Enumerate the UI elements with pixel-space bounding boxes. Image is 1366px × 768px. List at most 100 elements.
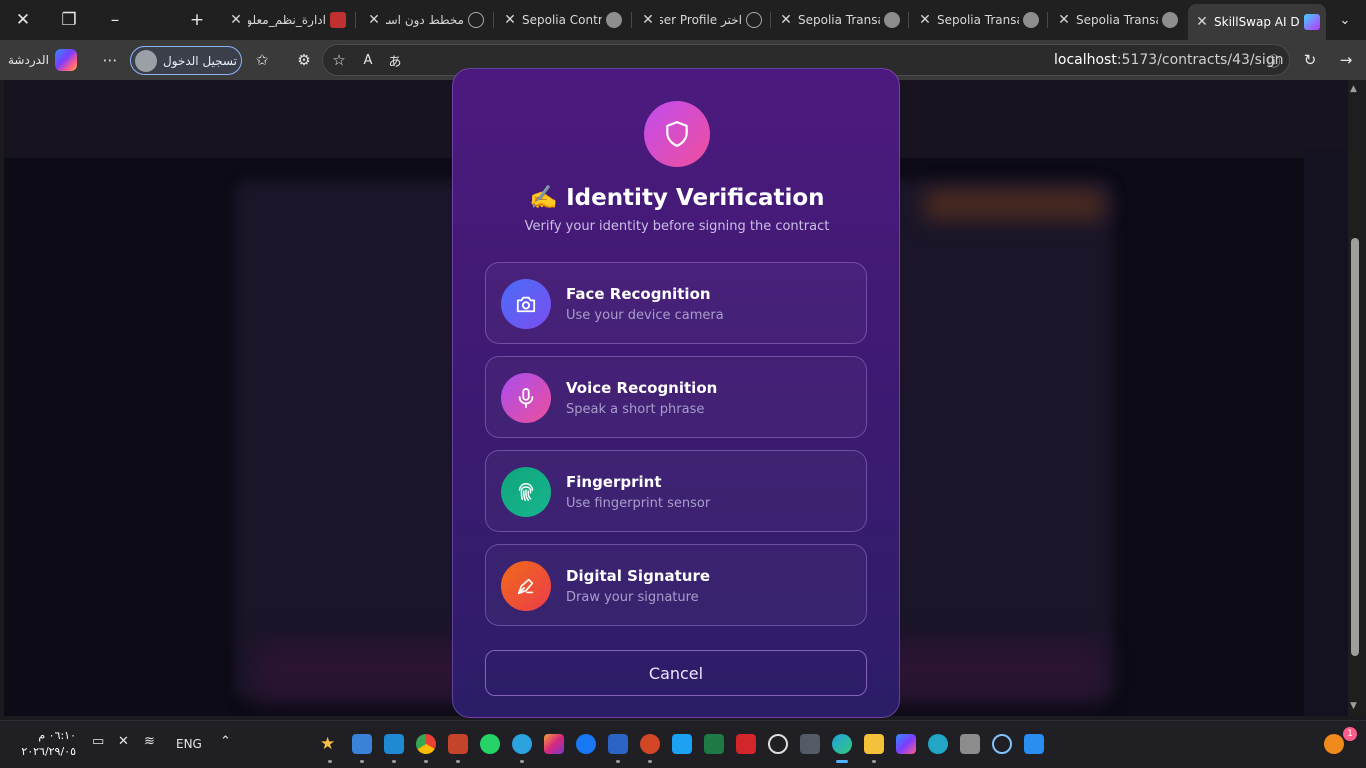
copilot-pin-icon[interactable]: ★ (320, 734, 340, 754)
close-tab-icon[interactable]: ✕ (366, 12, 382, 28)
running-indicator (392, 760, 396, 763)
refresh-icon[interactable]: ↻ (1296, 46, 1324, 74)
chat-button[interactable]: الدردشة (8, 46, 77, 74)
tab-3[interactable]: ✕ اختر User Profile (634, 6, 768, 34)
scroll-up-icon[interactable]: ▲ (1350, 84, 1357, 94)
tab-6[interactable]: ✕ Sepolia Transactio (1050, 6, 1184, 34)
system-clock[interactable]: ٠٦:١٠ م ٢٠٢٦/٢٩/٠٥ (16, 728, 76, 760)
tab-title: Sepolia Transactio (937, 13, 1019, 27)
more-menu-icon[interactable]: ⋯ (96, 46, 124, 74)
notepad-icon[interactable] (352, 734, 372, 754)
extensions-icon[interactable]: ⚙ (290, 46, 318, 74)
add-favorite-star-icon[interactable]: ☆ (325, 46, 353, 74)
read-aloud-icon[interactable]: A (354, 46, 382, 74)
excel-icon[interactable] (704, 734, 724, 754)
scrollbar-thumb[interactable] (1351, 238, 1359, 656)
tab-1[interactable]: ✕ مخطط دون اسم_ (360, 6, 490, 34)
task-view-icon[interactable] (960, 734, 980, 754)
pdf-icon (330, 12, 346, 28)
volume-muted-icon[interactable]: ✕ (118, 734, 129, 749)
signin-button[interactable]: تسجيل الدخول (130, 46, 242, 75)
edge-icon[interactable] (832, 734, 852, 754)
blurred-accent (924, 190, 1104, 220)
chatgpt-icon[interactable] (768, 734, 788, 754)
tab-list-chevron-down-icon[interactable]: ⌄ (1324, 4, 1366, 36)
new-tab-button[interactable]: + (174, 4, 220, 36)
favorites-icon[interactable]: ✩ (248, 46, 276, 74)
windows-start-icon[interactable] (1024, 734, 1044, 754)
digital-signature-option[interactable]: Digital Signature Draw your signature (485, 544, 867, 626)
copilot-icon (54, 49, 77, 71)
word-icon[interactable] (608, 734, 628, 754)
minimize-window-button[interactable]: – (92, 4, 138, 36)
running-indicator (648, 760, 652, 763)
telegram-icon[interactable] (512, 734, 532, 754)
scroll-down-icon[interactable]: ▼ (1350, 701, 1357, 711)
chat-label: الدردشة (8, 53, 49, 67)
tab-2[interactable]: ✕ Sepolia Contract (496, 6, 628, 34)
etherscan-icon (1023, 12, 1039, 28)
restore-window-button[interactable]: ❐ (46, 4, 92, 36)
fingerprint-option[interactable]: Fingerprint Use fingerprint sensor (485, 450, 867, 532)
notification-icon[interactable] (1324, 734, 1344, 754)
tab-active[interactable]: ✕ SkillSwap AI Das (1188, 4, 1326, 40)
option-title: Fingerprint (566, 473, 662, 491)
whatsapp-icon[interactable] (480, 734, 500, 754)
close-tab-icon[interactable]: ✕ (228, 12, 244, 28)
tab-title: اختر User Profile (660, 13, 742, 27)
option-subtitle: Use fingerprint sensor (566, 496, 711, 511)
acrobat-icon[interactable] (736, 734, 756, 754)
site-info-icon[interactable]: ⓘ (1260, 46, 1288, 74)
translate-icon[interactable]: あ (381, 46, 409, 74)
vscode-icon[interactable] (384, 734, 404, 754)
forward-arrow-icon[interactable]: → (1332, 46, 1360, 74)
tab-title: SkillSwap AI Das (1214, 15, 1300, 29)
running-indicator (360, 760, 364, 763)
copilot-app-icon[interactable] (896, 734, 916, 754)
face-recognition-option[interactable]: Face Recognition Use your device camera (485, 262, 867, 344)
battery-icon[interactable]: ▭ (92, 734, 104, 749)
tab-4[interactable]: ✕ Sepolia Transactio (772, 6, 906, 34)
tab-bar: ✕ ❐ – + ✕ ادارة_نظم_معلومات ✕ مخطط دون ا… (0, 0, 1366, 40)
search-icon[interactable] (992, 734, 1012, 754)
close-tab-icon[interactable]: ✕ (1194, 14, 1210, 30)
cancel-button[interactable]: Cancel (485, 650, 867, 696)
option-title: Digital Signature (566, 567, 711, 585)
tab-separator (1047, 12, 1048, 28)
wifi-icon[interactable]: ≋ (144, 734, 155, 749)
close-tab-icon[interactable]: ✕ (778, 12, 794, 28)
pen-icon (501, 561, 551, 611)
close-tab-icon[interactable]: ✕ (917, 12, 933, 28)
tab-0[interactable]: ✕ ادارة_نظم_معلومات (222, 6, 352, 34)
store-icon[interactable] (800, 734, 820, 754)
facebook-icon[interactable] (576, 734, 596, 754)
etherscan-icon (884, 12, 900, 28)
url-text[interactable]: localhost:5173/contracts/43/sign (1054, 52, 1284, 68)
close-tab-icon[interactable]: ✕ (640, 12, 656, 28)
running-indicator-active (836, 760, 848, 763)
signin-label: تسجيل الدخول (163, 53, 237, 68)
url-host: localhost (1054, 52, 1117, 68)
twitter-icon[interactable] (672, 734, 692, 754)
powerpoint-icon[interactable] (640, 734, 660, 754)
tray-chevron-up-icon[interactable]: ⌃ (220, 734, 231, 749)
file-explorer-icon[interactable] (864, 734, 884, 754)
tab-5[interactable]: ✕ Sepolia Transactio (911, 6, 1045, 34)
voice-recognition-option[interactable]: Voice Recognition Speak a short phrase (485, 356, 867, 438)
canva-icon[interactable] (928, 734, 948, 754)
powerpoint-alt-icon[interactable] (448, 734, 468, 754)
close-tab-icon[interactable]: ✕ (502, 12, 518, 28)
running-indicator (872, 760, 876, 763)
running-indicator (520, 760, 524, 763)
tab-separator (355, 12, 356, 28)
language-indicator[interactable]: ENG (176, 737, 202, 751)
close-window-button[interactable]: ✕ (0, 4, 46, 36)
url-path: :5173/contracts/43/sign (1116, 52, 1284, 68)
chrome-icon[interactable] (416, 734, 436, 754)
camera-icon (501, 279, 551, 329)
close-tab-icon[interactable]: ✕ (1056, 12, 1072, 28)
instagram-icon[interactable] (544, 734, 564, 754)
microphone-icon (501, 373, 551, 423)
notification-badge: 1 (1343, 727, 1357, 741)
tab-separator (908, 12, 909, 28)
